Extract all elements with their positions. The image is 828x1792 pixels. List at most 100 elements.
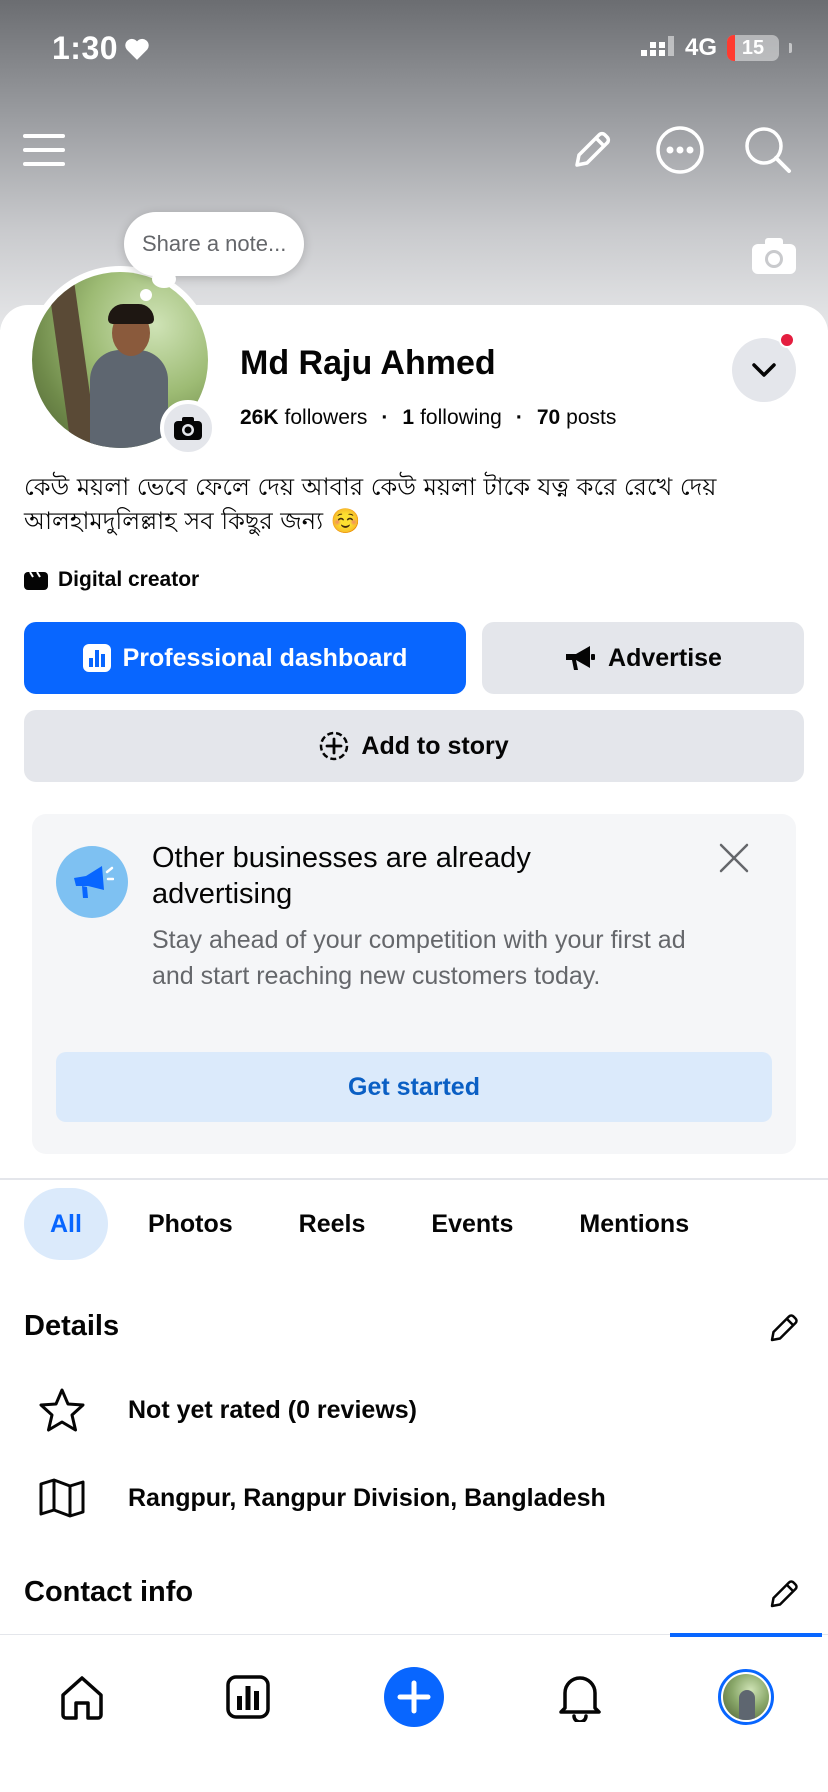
bio-line: আলহামদুলিল্লাহ সব কিছুর জন্য ☺️ bbox=[24, 507, 361, 535]
edit-contact-button[interactable] bbox=[762, 1572, 806, 1616]
pencil-icon bbox=[575, 131, 611, 167]
rating-text: Not yet rated (0 reviews) bbox=[128, 1395, 417, 1424]
profile-stats: 26K followers · 1 following · 70 posts bbox=[240, 406, 616, 430]
clapperboard-icon bbox=[24, 571, 48, 590]
megaphone-icon bbox=[74, 866, 114, 898]
pencil-icon bbox=[770, 1580, 798, 1608]
profile-bio: কেউ ময়লা ভেবে ফেলে দেয় আবার কেউ ময়লা … bbox=[24, 470, 804, 538]
following-count[interactable]: 1 bbox=[402, 406, 414, 430]
profile-category: Digital creator bbox=[24, 568, 199, 592]
tab-photos[interactable]: Photos bbox=[122, 1188, 259, 1260]
following-label[interactable]: following bbox=[420, 406, 502, 430]
contact-info-title: Contact info bbox=[24, 1576, 194, 1608]
location-row: Rangpur, Rangpur Division, Bangladesh bbox=[24, 1468, 804, 1528]
create-icon bbox=[384, 1667, 444, 1727]
bottom-nav bbox=[0, 1633, 828, 1792]
profile-name: Md Raju Ahmed bbox=[240, 344, 496, 382]
battery-icon: 15 bbox=[727, 35, 779, 61]
battery-level: 15 bbox=[741, 36, 765, 59]
posts-label: posts bbox=[566, 406, 617, 429]
note-bubble-tail bbox=[152, 270, 176, 288]
network-type: 4G bbox=[684, 34, 717, 61]
tab-events[interactable]: Events bbox=[405, 1188, 539, 1260]
menu-button[interactable] bbox=[14, 120, 74, 180]
professional-dashboard-button[interactable]: Professional dashboard bbox=[24, 622, 466, 694]
share-note-bubble[interactable]: Share a note... bbox=[124, 212, 305, 276]
dashboard-icon bbox=[82, 644, 111, 672]
status-time-text: 1:30 bbox=[52, 30, 119, 66]
rating-row: Not yet rated (0 reviews) bbox=[24, 1380, 804, 1440]
top-nav bbox=[0, 120, 828, 190]
promo-text: Stay ahead of your competition with your… bbox=[152, 926, 686, 990]
add-to-story-label: Add to story bbox=[361, 731, 509, 760]
menu-icon bbox=[23, 134, 65, 166]
nav-dashboard[interactable] bbox=[208, 1657, 288, 1737]
nav-profile[interactable] bbox=[706, 1657, 786, 1737]
search-icon bbox=[745, 127, 791, 173]
notification-dot bbox=[779, 332, 795, 348]
tab-mentions[interactable]: Mentions bbox=[553, 1188, 715, 1260]
details-title: Details bbox=[24, 1310, 120, 1342]
add-to-story-button[interactable]: Add to story bbox=[24, 710, 804, 782]
followers-count[interactable]: 26K bbox=[240, 406, 279, 430]
followers-label[interactable]: followers bbox=[285, 406, 368, 430]
status-indicators: 4G 15 bbox=[640, 34, 792, 62]
more-options-button[interactable] bbox=[650, 120, 710, 180]
promo-title: Other businesses are already advertising bbox=[152, 842, 531, 910]
search-button[interactable] bbox=[738, 120, 798, 180]
dashboard-icon bbox=[226, 1675, 270, 1719]
tab-all[interactable]: All bbox=[24, 1188, 108, 1260]
more-icon bbox=[656, 126, 704, 174]
chevron-down-icon bbox=[752, 363, 776, 377]
status-bar: 1:30 4G 15 bbox=[0, 0, 828, 100]
location-icon-wrap bbox=[24, 1478, 104, 1518]
tab-reels[interactable]: Reels bbox=[273, 1188, 392, 1260]
cover-camera-icon[interactable] bbox=[750, 236, 798, 276]
professional-dashboard-label: Professional dashboard bbox=[122, 643, 408, 672]
get-started-label: Get started bbox=[348, 1072, 480, 1101]
profile-picture-camera-button[interactable] bbox=[160, 400, 216, 456]
profile-avatar-image bbox=[723, 1674, 769, 1720]
notifications-icon bbox=[559, 1676, 601, 1722]
advertise-button[interactable]: Advertise bbox=[482, 622, 804, 694]
battery-fill bbox=[727, 35, 735, 61]
note-bubble-tail-small bbox=[140, 289, 152, 301]
home-icon bbox=[61, 1676, 103, 1720]
stats-separator: · bbox=[515, 406, 523, 429]
megaphone-icon bbox=[566, 646, 596, 670]
stats-separator: · bbox=[381, 406, 389, 429]
get-started-button[interactable]: Get started bbox=[56, 1052, 772, 1122]
advertise-label: Advertise bbox=[608, 643, 722, 672]
edit-details-button[interactable] bbox=[762, 1306, 806, 1350]
location-text: Rangpur, Rangpur Division, Bangladesh bbox=[128, 1483, 606, 1512]
battery-tip bbox=[789, 43, 792, 53]
category-label: Digital creator bbox=[58, 568, 200, 591]
pencil-icon bbox=[770, 1314, 798, 1342]
bio-line: কেউ ময়লা ভেবে ফেলে দেয় আবার কেউ ময়লা … bbox=[24, 473, 717, 501]
status-time: 1:30 bbox=[52, 30, 150, 67]
nav-home[interactable] bbox=[42, 1657, 122, 1737]
tab-label: Photos bbox=[147, 1209, 233, 1238]
tab-label: Events bbox=[431, 1209, 514, 1238]
tab-label: Reels bbox=[298, 1209, 366, 1238]
close-icon bbox=[719, 843, 749, 873]
close-button[interactable] bbox=[714, 838, 754, 878]
advertising-promo-card: Other businesses are already advertising… bbox=[32, 814, 796, 1154]
signal-icon bbox=[640, 36, 674, 56]
active-tab-indicator bbox=[670, 1633, 822, 1637]
nav-notifications[interactable] bbox=[540, 1657, 620, 1737]
nav-create[interactable] bbox=[374, 1657, 454, 1737]
posts-count: 70 bbox=[536, 406, 561, 429]
star-icon bbox=[39, 1388, 85, 1432]
profile-avatar bbox=[718, 1669, 774, 1725]
tab-label: All bbox=[50, 1209, 82, 1238]
share-note-text: Share a note... bbox=[142, 231, 287, 256]
tab-label: Mentions bbox=[579, 1209, 690, 1238]
rating-icon-wrap bbox=[24, 1387, 104, 1433]
section-divider bbox=[0, 1178, 828, 1180]
promo-megaphone-icon bbox=[56, 846, 128, 918]
edit-profile-button[interactable] bbox=[562, 120, 622, 180]
add-story-icon bbox=[320, 731, 349, 761]
heart-icon bbox=[125, 38, 149, 60]
avatar-person-hair bbox=[108, 304, 154, 324]
